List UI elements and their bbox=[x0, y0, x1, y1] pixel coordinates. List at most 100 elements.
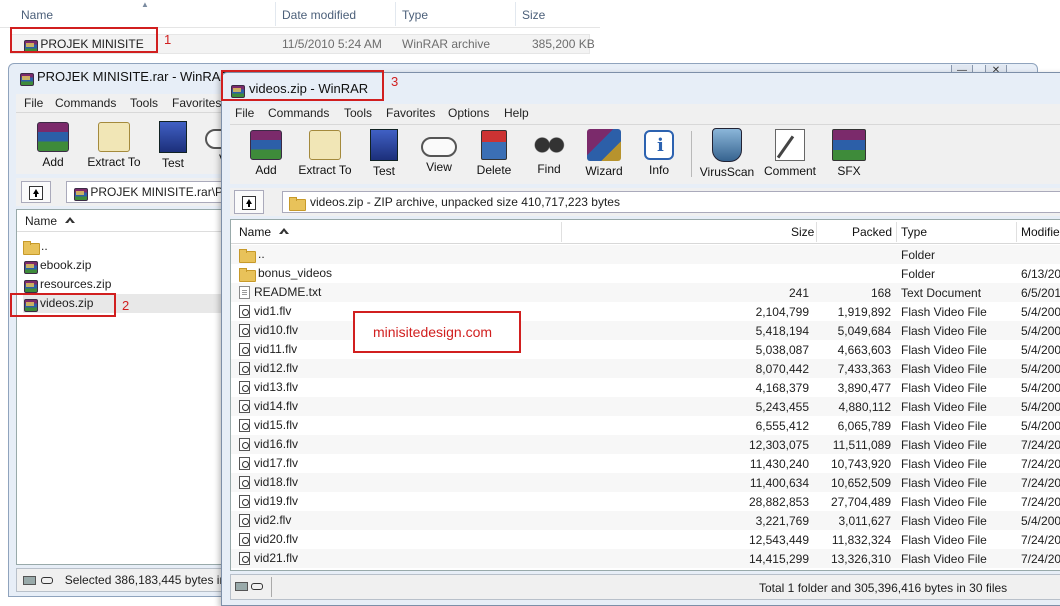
menu-options[interactable]: Options bbox=[448, 106, 489, 120]
cell-modified: 7/24/20 bbox=[1021, 495, 1060, 509]
info-label: Info bbox=[648, 163, 669, 177]
virusscan-label: VirusScan bbox=[699, 165, 755, 179]
cell-packed: 1,919,892 bbox=[837, 305, 891, 319]
table-row[interactable]: vid14.flv 5,243,455 4,880,112 Flash Video F… bbox=[231, 397, 1060, 416]
extract-to-button[interactable]: Extract To bbox=[85, 119, 143, 175]
table-row[interactable]: README.txt 241 168 Text Document 6/5/201 bbox=[231, 283, 1060, 302]
annotation-box-1 bbox=[10, 27, 158, 53]
comment-button[interactable]: Comment bbox=[761, 127, 819, 183]
column-header-name[interactable]: Name bbox=[239, 225, 290, 239]
cell-name-text: vid2.flv bbox=[254, 513, 292, 527]
virusscan-button[interactable]: VirusScan bbox=[698, 127, 756, 183]
menu-favorites[interactable]: Favorites bbox=[386, 106, 435, 120]
col-divider[interactable] bbox=[515, 2, 516, 26]
flash-video-icon bbox=[239, 533, 250, 547]
table-row[interactable]: vid2.flv 3,221,769 3,011,627 Flash Video Fi… bbox=[231, 511, 1060, 530]
column-header-type[interactable]: Type bbox=[901, 225, 927, 239]
cell-size: 12,303,075 bbox=[748, 438, 809, 452]
drive-icon[interactable] bbox=[235, 582, 248, 591]
cell-name: vid18.flv bbox=[239, 475, 298, 490]
table-row[interactable]: vid13.flv 4,168,379 3,890,477 Flash Video F… bbox=[231, 378, 1060, 397]
folder-icon bbox=[289, 196, 306, 211]
add-button[interactable]: Add bbox=[237, 127, 295, 183]
explorer-file-list: ▲ Name Date modified Type Size PROJEK MI… bbox=[0, 0, 1060, 62]
up-arrow-icon bbox=[242, 195, 256, 210]
table-row[interactable]: vid21.flv 14,415,299 13,326,310 Flash Video… bbox=[231, 549, 1060, 568]
annotation-box-3 bbox=[221, 70, 384, 101]
cell-name-text: vid19.flv bbox=[254, 494, 299, 508]
column-divider[interactable] bbox=[561, 222, 562, 242]
table-row[interactable]: vid17.flv 11,430,240 10,743,920 Flash Video… bbox=[231, 454, 1060, 473]
cell-packed: 10,743,920 bbox=[830, 457, 891, 471]
up-folder-button[interactable] bbox=[234, 190, 264, 214]
flash-video-icon bbox=[239, 495, 250, 509]
test-button[interactable]: Test bbox=[355, 127, 413, 183]
cell-size: 5,418,194 bbox=[755, 324, 809, 338]
column-divider[interactable] bbox=[1016, 222, 1017, 242]
table-row[interactable]: vid20.flv 12,543,449 11,832,324 Flash Video… bbox=[231, 530, 1060, 549]
sfx-button[interactable]: SFX bbox=[820, 127, 878, 183]
cell-type: Folder bbox=[901, 267, 936, 281]
column-divider[interactable] bbox=[896, 222, 897, 242]
menu-favorites[interactable]: Favorites bbox=[172, 96, 221, 110]
cell-packed: 11,832,324 bbox=[831, 533, 891, 547]
cell-modified: 6/13/20 bbox=[1021, 267, 1060, 281]
winrar-app-icon bbox=[19, 71, 34, 86]
column-header-packed[interactable]: Packed bbox=[852, 225, 892, 239]
col-divider[interactable] bbox=[395, 2, 396, 26]
column-header-modified[interactable]: Modifie bbox=[1021, 225, 1060, 239]
table-row[interactable]: vid12.flv 8,070,442 7,433,363 Flash Video F… bbox=[231, 359, 1060, 378]
cell-packed: 11,511,089 bbox=[832, 438, 891, 452]
menu-file[interactable]: File bbox=[24, 96, 43, 110]
table-row[interactable]: .. Folder bbox=[231, 245, 1060, 264]
cell-name-text: bonus_videos bbox=[258, 266, 333, 280]
explorer-row-type: WinRAR archive bbox=[402, 37, 491, 51]
menu-tools[interactable]: Tools bbox=[130, 96, 158, 110]
cell-modified: 5/4/200 bbox=[1021, 324, 1060, 338]
view-button[interactable]: View bbox=[410, 127, 468, 183]
column-header-size[interactable]: Size bbox=[791, 225, 814, 239]
menu-commands[interactable]: Commands bbox=[55, 96, 116, 110]
menu-commands[interactable]: Commands bbox=[268, 106, 329, 120]
menu-tools[interactable]: Tools bbox=[344, 106, 372, 120]
table-row[interactable]: bonus_videos Folder 6/13/20 bbox=[231, 264, 1060, 283]
cell-type: Flash Video File bbox=[901, 438, 987, 452]
table-row[interactable]: vid15.flv 6,555,412 6,065,789 Flash Video F… bbox=[231, 416, 1060, 435]
key-icon[interactable] bbox=[251, 583, 263, 590]
list-item-resources[interactable]: resources.zip bbox=[23, 275, 111, 294]
list-item-parent[interactable]: .. bbox=[23, 237, 48, 256]
cell-packed: 168 bbox=[870, 286, 891, 300]
cell-size: 241 bbox=[788, 286, 809, 300]
col-name[interactable]: Name bbox=[21, 8, 53, 22]
cell-packed: 10,652,509 bbox=[830, 476, 891, 490]
cell-name: vid15.flv bbox=[239, 418, 298, 433]
address-field[interactable]: videos.zip - ZIP archive, unpacked size … bbox=[282, 191, 1060, 213]
wizard-button[interactable]: Wizard bbox=[575, 127, 633, 183]
list-item-ebook[interactable]: ebook.zip bbox=[23, 256, 91, 275]
menu-file[interactable]: File bbox=[235, 106, 254, 120]
col-size[interactable]: Size bbox=[522, 8, 545, 22]
flash-video-icon bbox=[239, 457, 250, 471]
sort-ascending-icon bbox=[65, 216, 76, 227]
table-row[interactable]: vid18.flv 11,400,634 10,652,509 Flash Video… bbox=[231, 473, 1060, 492]
cell-type: Flash Video File bbox=[901, 362, 987, 376]
cell-name-text: vid21.flv bbox=[254, 551, 299, 565]
find-button[interactable]: Find bbox=[520, 127, 578, 183]
info-button[interactable]: Info bbox=[630, 127, 688, 183]
extract-to-button[interactable]: Extract To bbox=[296, 127, 354, 183]
flash-video-icon bbox=[239, 362, 250, 376]
delete-button[interactable]: Delete bbox=[465, 127, 523, 183]
col-date-modified[interactable]: Date modified bbox=[282, 8, 356, 22]
cell-size: 2,104,799 bbox=[755, 305, 809, 319]
col-divider[interactable] bbox=[275, 2, 276, 26]
col-type[interactable]: Type bbox=[402, 8, 428, 22]
status-text: Total 1 folder and 305,396,416 bytes in … bbox=[759, 581, 1008, 595]
menu-help[interactable]: Help bbox=[504, 106, 529, 120]
column-divider[interactable] bbox=[816, 222, 817, 242]
add-button[interactable]: Add bbox=[24, 119, 82, 175]
up-folder-button[interactable] bbox=[21, 181, 51, 203]
cell-name: vid19.flv bbox=[239, 494, 299, 509]
table-row[interactable]: vid19.flv 28,882,853 27,704,489 Flash Video… bbox=[231, 492, 1060, 511]
table-row[interactable]: vid16.flv 12,303,075 11,511,089 Flash Video… bbox=[231, 435, 1060, 454]
cell-name-text: vid11.flv bbox=[254, 342, 298, 356]
